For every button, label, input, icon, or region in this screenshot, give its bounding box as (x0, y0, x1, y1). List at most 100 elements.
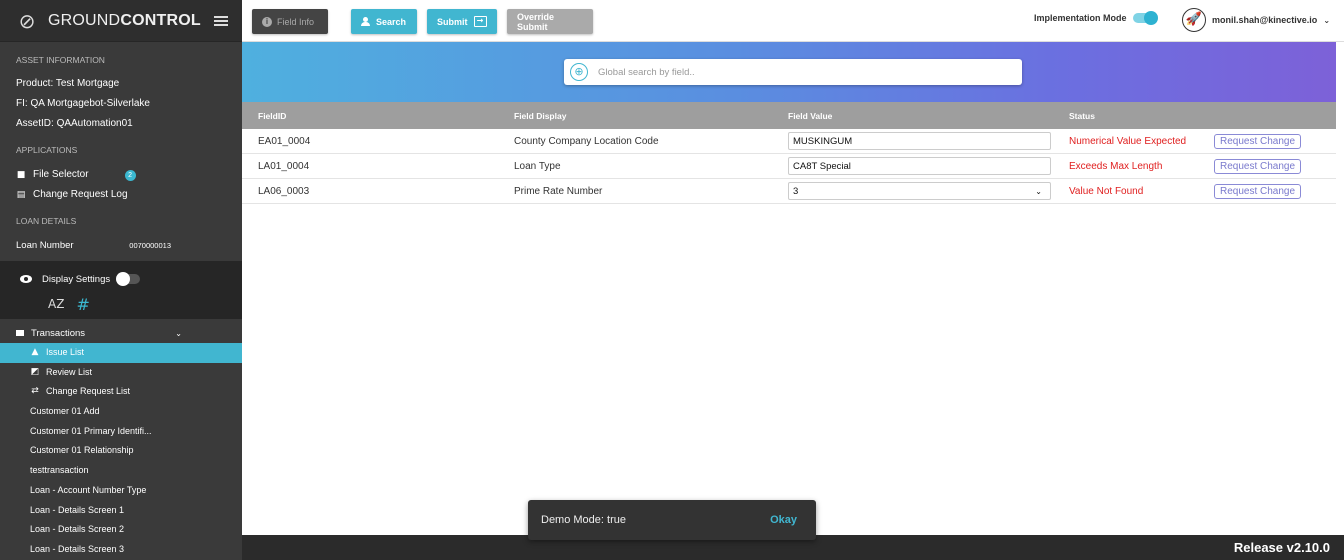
review-icon: ◩ (30, 366, 40, 377)
nav-review-list[interactable]: ◩ Review List (0, 363, 242, 383)
screen-item[interactable]: Loan - Details Screen 3 (0, 540, 242, 560)
field-info-label: Field Info (277, 16, 315, 27)
nav-issue-list[interactable]: ▲ Issue List (0, 343, 242, 363)
display-settings-row: Display Settings (0, 269, 242, 289)
info-icon: i (262, 16, 272, 27)
screen-item[interactable]: Customer 01 Primary Identifi... (0, 422, 242, 442)
header-status: Status (1069, 110, 1095, 121)
nav-change-request-list[interactable]: ⇄ Change Request List (0, 382, 242, 402)
loan-number-label: Loan Number (16, 240, 74, 251)
cell-field-value: MUSKINGUM (772, 132, 1052, 150)
sort-number-icon[interactable]: # (76, 295, 89, 314)
display-settings-panel: Display Settings AZ # (0, 261, 242, 319)
field-value-input[interactable]: CA8T Special (788, 157, 1051, 175)
cell-field-id: LA06_0003 (258, 185, 310, 197)
override-submit-button[interactable]: Override Submit (507, 9, 593, 34)
user-menu[interactable]: 🚀 monil.shah@kinective.io ⌄ (1182, 8, 1330, 32)
cell-field-id: EA01_0004 (258, 135, 311, 147)
groundcontrol-logo-icon: ⊘ (18, 8, 36, 33)
sidebar: ⊘ GROUNDCONTROL ASSET INFORMATION Produc… (0, 0, 242, 560)
field-value-selected: 3 (793, 185, 799, 197)
compare-icon: ⇄ (31, 386, 39, 397)
chevron-down-icon: ⌄ (1323, 15, 1331, 25)
chevron-down-icon: ⌄ (175, 328, 182, 338)
asset-id-info: AssetID: QAAutomation01 (16, 118, 133, 129)
cell-status: Value Not Found (1069, 185, 1144, 197)
cell-field-value: 3 ⌄ (772, 182, 1052, 200)
cell-action: Request Change (1206, 133, 1336, 149)
table-row: EA01_0004 County Company Location Code M… (242, 129, 1336, 154)
release-version: Release v2.10.0 (1233, 540, 1330, 555)
transactions-icon (16, 330, 24, 336)
field-value-select[interactable]: 3 ⌄ (788, 182, 1051, 200)
field-value-input[interactable]: MUSKINGUM (788, 132, 1051, 150)
fi-info: FI: QA Mortgagebot-Silverlake (16, 98, 150, 109)
change-request-log-label: Change Request Log (33, 189, 128, 200)
header-field-display: Field Display (514, 110, 567, 121)
screen-item[interactable]: Loan - Details Screen 2 (0, 520, 242, 540)
table-row: LA01_0004 Loan Type CA8T Special Exceeds… (242, 154, 1336, 179)
loan-details-title: LOAN DETAILS (16, 216, 77, 226)
issue-table: FieldID Field Display Field Value Status… (242, 102, 1336, 204)
applications-title: APPLICATIONS (16, 145, 78, 155)
nav-change-request-list-label: Change Request List (46, 386, 131, 397)
globe-icon: ⊕ (570, 63, 588, 81)
cell-field-display: Prime Rate Number (514, 185, 603, 197)
search-button[interactable]: Search (351, 9, 417, 34)
document-icon: ▤ (16, 190, 26, 200)
loan-number-value: 0070000013 (129, 241, 171, 250)
demo-mode-snackbar: Demo Mode: true Okay (528, 500, 816, 540)
eye-icon (20, 275, 32, 283)
cell-status: Exceeds Max Length (1069, 160, 1163, 172)
screen-item[interactable]: Loan - Account Number Type (0, 481, 242, 501)
screen-item[interactable]: Customer 01 Relationship (0, 441, 242, 461)
user-icon (361, 17, 370, 26)
user-email: monil.shah@kinective.io (1212, 15, 1318, 25)
transactions-label: Transactions (31, 327, 86, 339)
snackbar-okay-button[interactable]: Okay (770, 514, 797, 526)
request-change-button[interactable]: Request Change (1214, 183, 1302, 199)
global-search: ⊕ (564, 59, 1022, 85)
request-change-button[interactable]: Request Change (1214, 158, 1302, 174)
brand-name: GROUNDCONTROL (48, 12, 201, 30)
screen-item[interactable]: testtransaction (0, 461, 242, 481)
cell-status: Numerical Value Expected (1069, 135, 1187, 147)
change-request-log-item[interactable]: ▤ Change Request Log (0, 185, 242, 205)
table-row: LA06_0003 Prime Rate Number 3 ⌄ Value No… (242, 179, 1336, 204)
field-info-button[interactable]: i Field Info (252, 9, 328, 34)
file-selector-item[interactable]: ■ File Selector 2 (0, 165, 242, 185)
nav-issue-list-label: Issue List (46, 347, 85, 357)
header-field-id: FieldID (258, 110, 287, 121)
implementation-mode-label: Implementation Mode (1034, 13, 1127, 23)
hamburger-menu-icon[interactable] (214, 15, 228, 26)
brand-suffix: CONTROL (120, 11, 201, 29)
loan-number-row: Loan Number 0070000013 (0, 231, 242, 261)
app-root: ⊘ GROUNDCONTROL ASSET INFORMATION Produc… (0, 0, 1344, 560)
file-selector-label: File Selector (33, 169, 89, 180)
top-toolbar: i Field Info Search Submit → Override Su… (242, 0, 1344, 42)
cell-action: Request Change (1206, 158, 1336, 174)
submit-arrow-icon: → (473, 16, 487, 27)
cell-field-value: CA8T Special (772, 157, 1052, 175)
submit-button[interactable]: Submit → (427, 9, 497, 34)
screen-item[interactable]: Loan - Details Screen 1 (0, 501, 242, 521)
table-header: FieldID Field Display Field Value Status (242, 102, 1336, 129)
transactions-toggle[interactable]: Transactions ⌄ (0, 323, 242, 343)
folder-icon: ■ (16, 170, 26, 180)
display-settings-label: Display Settings (42, 273, 111, 285)
sort-alpha-icon[interactable]: AZ (48, 297, 64, 311)
asset-info-title: ASSET INFORMATION (16, 55, 105, 65)
global-search-input[interactable] (598, 66, 998, 78)
cell-field-id: LA01_0004 (258, 160, 310, 172)
display-settings-toggle[interactable] (116, 272, 141, 286)
cell-field-display: Loan Type (514, 160, 561, 172)
chevron-down-icon: ⌄ (1035, 186, 1042, 196)
brand-bar: ⊘ GROUNDCONTROL (0, 0, 242, 42)
implementation-mode-toggle[interactable] (1132, 11, 1158, 25)
screen-item[interactable]: Customer 01 Add (0, 402, 242, 422)
request-change-button[interactable]: Request Change (1214, 133, 1302, 149)
scrollbar[interactable] (1336, 102, 1344, 535)
header-field-value: Field Value (788, 110, 833, 121)
rocket-avatar-icon: 🚀 (1182, 8, 1206, 32)
implementation-mode: Implementation Mode (1034, 11, 1158, 25)
